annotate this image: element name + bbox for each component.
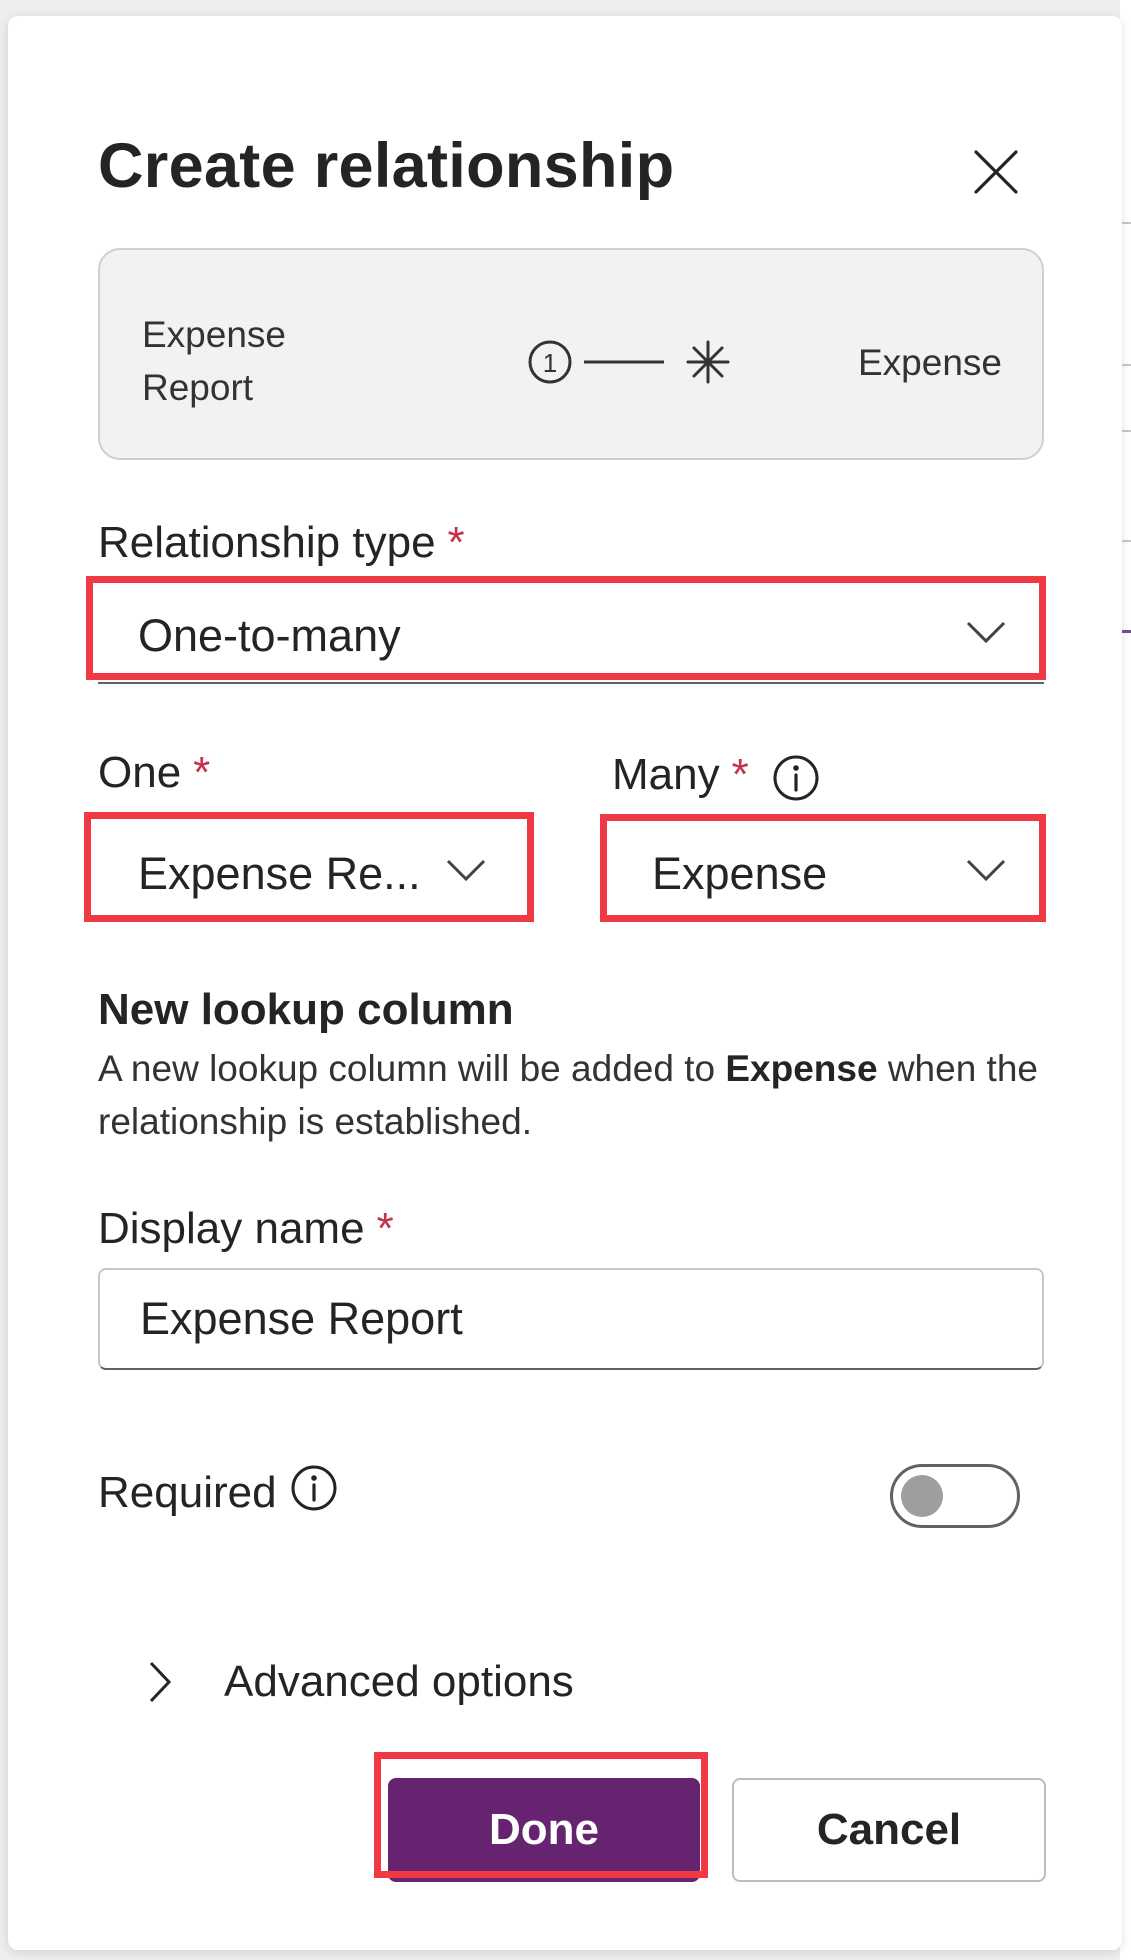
required-star: * [447, 518, 465, 567]
many-label-text: Many [612, 750, 720, 799]
chevron-right-icon [149, 1661, 172, 1703]
required-toggle[interactable] [890, 1464, 1020, 1528]
relationship-summary-card: Expense Report 1 Expense [98, 248, 1044, 460]
relationship-type-dropdown[interactable]: One-to-many [98, 590, 1044, 684]
display-name-label-text: Display name [98, 1204, 365, 1253]
one-symbol: 1 [543, 348, 557, 378]
lookup-description: A new lookup column will be added to Exp… [98, 1042, 1058, 1148]
one-to-many-diagram: 1 [528, 340, 730, 384]
relationship-type-label-text: Relationship type [98, 518, 436, 567]
toggle-knob [901, 1475, 943, 1517]
one-table-value: Expense Re... [138, 848, 421, 899]
advanced-options-label: Advanced options [224, 1657, 574, 1706]
many-label: Many * [612, 748, 749, 802]
close-icon [974, 150, 1018, 194]
info-icon[interactable] [290, 1464, 338, 1512]
many-icon [686, 340, 730, 384]
lookup-desc-table: Expense [725, 1048, 878, 1089]
lookup-desc-prefix: A new lookup column will be added to [98, 1048, 726, 1089]
display-name-input[interactable] [98, 1268, 1044, 1370]
relationship-type-label: Relationship type * [98, 516, 465, 570]
many-table-dropdown[interactable]: Expense [612, 828, 1044, 922]
chevron-down-icon [966, 859, 1006, 882]
create-relationship-dialog: Create relationship Expense Report 1 Exp… [8, 16, 1122, 1950]
required-star: * [193, 748, 211, 797]
summary-many-table: Expense [858, 342, 1002, 383]
one-label-text: One [98, 748, 182, 797]
required-label: Required [98, 1468, 277, 1517]
many-table-value: Expense [652, 848, 828, 899]
summary-one-table: Expense Report [142, 314, 286, 408]
info-icon[interactable] [772, 754, 820, 802]
lookup-section-title: New lookup column [98, 985, 514, 1034]
one-label: One * [98, 746, 210, 800]
required-star: * [731, 750, 749, 799]
close-button[interactable] [966, 142, 1026, 202]
display-name-label: Display name * [98, 1202, 394, 1256]
relationship-type-value: One-to-many [138, 610, 401, 661]
chevron-down-icon [966, 621, 1006, 644]
dialog-title: Create relationship [98, 131, 675, 201]
required-star: * [376, 1204, 394, 1253]
advanced-options-expander[interactable]: Advanced options [148, 1652, 574, 1712]
one-table-dropdown[interactable]: Expense Re... [98, 828, 524, 922]
done-button[interactable]: Done [388, 1778, 700, 1882]
cancel-button[interactable]: Cancel [732, 1778, 1046, 1882]
chevron-down-icon [446, 859, 486, 882]
